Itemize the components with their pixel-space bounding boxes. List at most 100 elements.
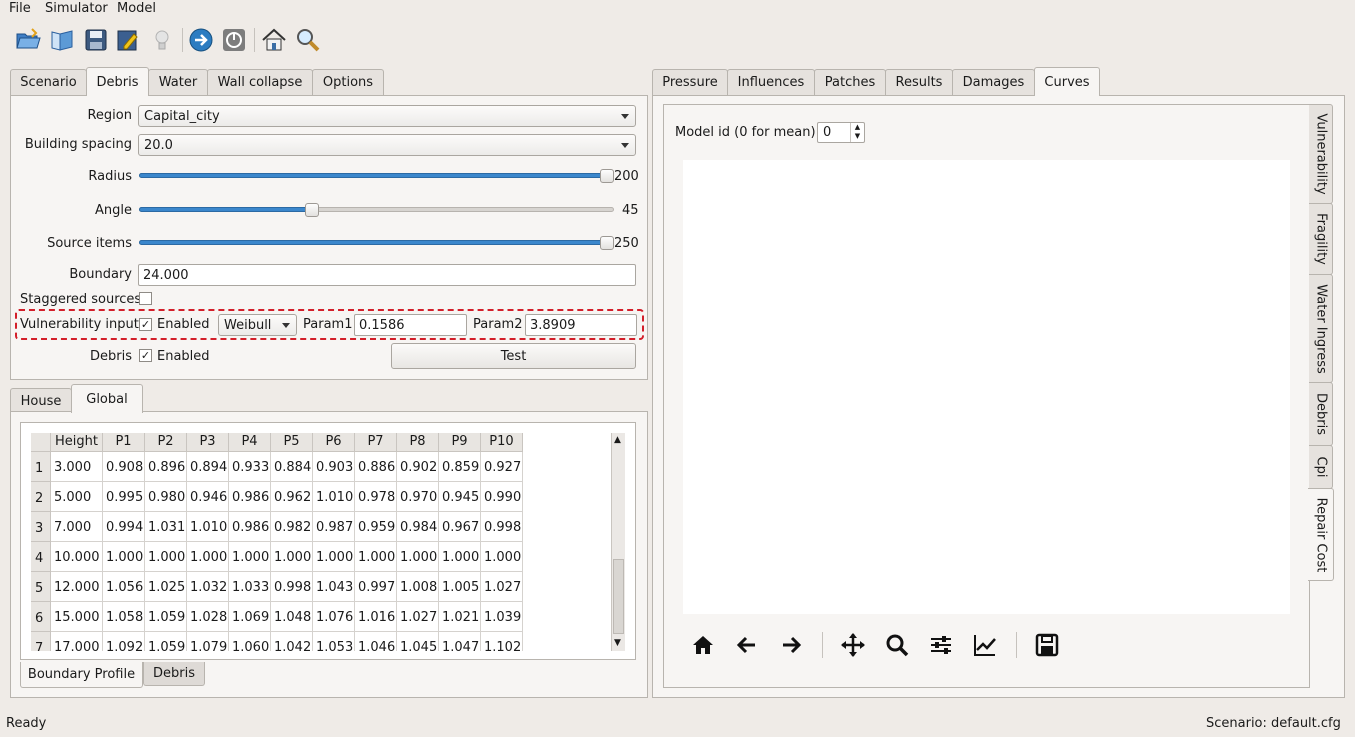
- debris-enabled-checkbox[interactable]: ✓: [139, 349, 152, 362]
- tab-debris[interactable]: Debris: [86, 67, 149, 96]
- table-cell[interactable]: 1.047: [439, 632, 481, 651]
- stop-icon[interactable]: [220, 26, 248, 54]
- table-cell[interactable]: 1.102: [481, 632, 523, 651]
- home-icon[interactable]: [260, 26, 288, 54]
- search-icon[interactable]: [293, 26, 321, 54]
- table-cell[interactable]: 0.980: [145, 482, 187, 512]
- table-cell[interactable]: 1.000: [439, 542, 481, 572]
- pan-icon[interactable]: [839, 631, 867, 659]
- menu-simulator[interactable]: Simulator: [45, 1, 108, 16]
- row-header[interactable]: 5: [31, 572, 51, 602]
- tab-scenario[interactable]: Scenario: [10, 69, 87, 95]
- side-tab-cpi[interactable]: Cpi: [1309, 445, 1333, 489]
- distribution-select[interactable]: Weibull: [218, 314, 297, 336]
- edit-curve-icon[interactable]: [971, 631, 999, 659]
- zoom-icon[interactable]: [883, 631, 911, 659]
- table-cell[interactable]: 1.008: [397, 572, 439, 602]
- region-select[interactable]: Capital_city: [138, 105, 636, 127]
- table-cell[interactable]: 0.886: [355, 452, 397, 482]
- row-header[interactable]: 3: [31, 512, 51, 542]
- staggered-sources-checkbox[interactable]: [139, 292, 152, 305]
- menu-model[interactable]: Model: [117, 1, 156, 16]
- table-cell[interactable]: 0.894: [187, 452, 229, 482]
- column-header[interactable]: P4: [229, 433, 271, 452]
- table-cell[interactable]: 1.000: [229, 542, 271, 572]
- menu-file[interactable]: File: [9, 1, 31, 16]
- table-cell[interactable]: 0.994: [103, 512, 145, 542]
- table-cell[interactable]: 0.984: [397, 512, 439, 542]
- table-cell[interactable]: 0.986: [229, 482, 271, 512]
- tab-water[interactable]: Water: [148, 69, 208, 95]
- configure-icon[interactable]: [927, 631, 955, 659]
- row-header[interactable]: 1: [31, 452, 51, 482]
- table-cell[interactable]: 1.000: [313, 542, 355, 572]
- table-cell[interactable]: 0.998: [271, 572, 313, 602]
- row-header[interactable]: 2: [31, 482, 51, 512]
- home-icon[interactable]: [689, 631, 717, 659]
- table-cell[interactable]: 1.046: [355, 632, 397, 651]
- tab-influences[interactable]: Influences: [727, 69, 815, 95]
- save-icon[interactable]: [82, 26, 110, 54]
- table-cell[interactable]: 0.903: [313, 452, 355, 482]
- row-header[interactable]: 7: [31, 632, 51, 651]
- test-button[interactable]: Test: [391, 343, 636, 369]
- book-icon[interactable]: [48, 26, 76, 54]
- side-tab-water-ingress[interactable]: Water Ingress: [1309, 274, 1333, 383]
- tab-options[interactable]: Options: [312, 69, 384, 95]
- table-cell[interactable]: 1.059: [145, 602, 187, 632]
- table-cell[interactable]: 1.053: [313, 632, 355, 651]
- save-icon[interactable]: [1033, 631, 1061, 659]
- table-cell[interactable]: 0.927: [481, 452, 523, 482]
- scrollbar-thumb[interactable]: [613, 559, 624, 634]
- table-cell[interactable]: 0.995: [103, 482, 145, 512]
- boundary-field[interactable]: 24.000: [138, 264, 636, 286]
- tab-damages[interactable]: Damages: [952, 69, 1035, 95]
- param2-field[interactable]: 3.8909: [525, 314, 637, 336]
- table-cell[interactable]: 15.000: [51, 602, 103, 632]
- table-cell[interactable]: 1.042: [271, 632, 313, 651]
- table-cell[interactable]: 1.000: [145, 542, 187, 572]
- table-cell[interactable]: 1.000: [355, 542, 397, 572]
- column-header[interactable]: Height: [51, 433, 103, 452]
- open-folder-icon[interactable]: [14, 26, 42, 54]
- table-cell[interactable]: 0.859: [439, 452, 481, 482]
- table-cell[interactable]: 1.043: [313, 572, 355, 602]
- table-cell[interactable]: 1.000: [103, 542, 145, 572]
- table-cell[interactable]: 1.027: [481, 572, 523, 602]
- building-spacing-select[interactable]: 20.0: [138, 134, 636, 156]
- side-tab-repair-cost[interactable]: Repair Cost: [1308, 488, 1334, 581]
- table-cell[interactable]: 1.021: [439, 602, 481, 632]
- table-cell[interactable]: 1.059: [145, 632, 187, 651]
- table-cell[interactable]: 1.048: [271, 602, 313, 632]
- table-cell[interactable]: 1.025: [145, 572, 187, 602]
- tab-boundary-profile[interactable]: Boundary Profile: [20, 662, 143, 688]
- table-cell[interactable]: 1.010: [187, 512, 229, 542]
- table-cell[interactable]: 5.000: [51, 482, 103, 512]
- table-cell[interactable]: 0.970: [397, 482, 439, 512]
- radius-slider-handle[interactable]: [600, 169, 614, 183]
- table-cell[interactable]: 1.000: [187, 542, 229, 572]
- table-cell[interactable]: 1.039: [481, 602, 523, 632]
- plot-canvas[interactable]: [683, 160, 1290, 614]
- row-header[interactable]: 4: [31, 542, 51, 572]
- column-header[interactable]: P5: [271, 433, 313, 452]
- back-arrow-icon[interactable]: [733, 631, 761, 659]
- table-cell[interactable]: 0.896: [145, 452, 187, 482]
- table-cell[interactable]: 1.092: [103, 632, 145, 651]
- table-cell[interactable]: 1.060: [229, 632, 271, 651]
- column-header[interactable]: P10: [481, 433, 523, 452]
- table-cell[interactable]: 0.946: [187, 482, 229, 512]
- table-cell[interactable]: 17.000: [51, 632, 103, 651]
- table-cell[interactable]: 1.056: [103, 572, 145, 602]
- column-header[interactable]: P3: [187, 433, 229, 452]
- model-id-spinbox[interactable]: 0 ▲ ▼: [817, 122, 865, 143]
- table-cell[interactable]: 0.998: [481, 512, 523, 542]
- table-cell[interactable]: 0.986: [229, 512, 271, 542]
- column-header[interactable]: P6: [313, 433, 355, 452]
- spin-arrows-icon[interactable]: ▲ ▼: [850, 123, 864, 142]
- table-cell[interactable]: 1.045: [397, 632, 439, 651]
- table-cell[interactable]: 7.000: [51, 512, 103, 542]
- tab-results[interactable]: Results: [885, 69, 953, 95]
- column-header[interactable]: P1: [103, 433, 145, 452]
- column-header[interactable]: P9: [439, 433, 481, 452]
